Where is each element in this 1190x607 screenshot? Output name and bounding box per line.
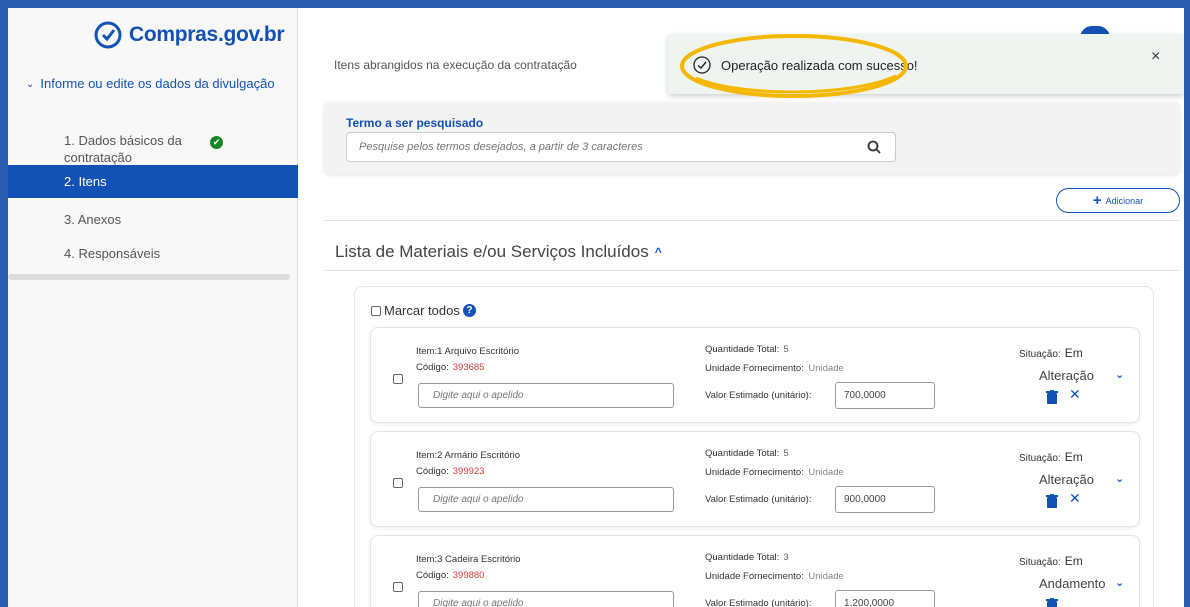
- value-label: Valor Estimado (unitário):: [705, 390, 812, 401]
- section-subtitle: Itens abrangidos na execução da contrata…: [334, 58, 577, 72]
- list-title-label: Lista de Materiais e/ou Serviços Incluíd…: [335, 242, 649, 261]
- brand-logo[interactable]: Compras.gov.br: [93, 20, 285, 50]
- sidebar-item-label: 2. Itens: [64, 174, 107, 189]
- close-icon[interactable]: ✕: [1069, 386, 1081, 403]
- trash-icon[interactable]: [1046, 494, 1058, 508]
- item-status: Situação: Em: [1019, 450, 1083, 464]
- trash-icon[interactable]: [1046, 598, 1058, 607]
- value-label: Valor Estimado (unitário):: [705, 598, 812, 607]
- success-toast: Operação realizada com sucesso! ×: [668, 34, 1184, 94]
- select-all-label: Marcar todos: [384, 303, 460, 318]
- list-title[interactable]: Lista de Materiais e/ou Serviços Incluíd…: [335, 242, 662, 262]
- select-all-checkbox[interactable]: [371, 305, 381, 316]
- item-name: Item:3 Cadeira Escritório: [416, 554, 521, 565]
- value-input[interactable]: [835, 486, 935, 513]
- compras-logo-icon: [94, 21, 122, 49]
- item-card: Item:3 Cadeira Escritório Código: 399880 …: [370, 535, 1140, 607]
- item-unit: Unidade Fornecimento: Unidade: [705, 571, 844, 582]
- item-checkbox[interactable]: [393, 582, 403, 592]
- sidebar-section-label: Informe ou edite os dados da divulgação: [40, 76, 275, 91]
- alias-input[interactable]: [418, 487, 674, 512]
- sidebar-item-label: 4. Responsáveis: [64, 246, 161, 261]
- item-card: Item:2 Armário Escritório Código: 399923 …: [370, 431, 1140, 527]
- item-status: Situação: Em: [1019, 554, 1083, 568]
- sidebar-item-label: 1. Dados básicos da contratação: [64, 133, 182, 165]
- value-input[interactable]: [835, 382, 935, 409]
- item-code: Código: 399923: [416, 466, 485, 477]
- item-quantity: Quantidade Total: 3: [705, 552, 789, 563]
- item-unit: Unidade Fornecimento: Unidade: [705, 363, 844, 374]
- sidebar-section-header[interactable]: ⌄ Informe ou edite os dados da divulgaçã…: [26, 74, 286, 94]
- plus-icon: +: [1092, 191, 1102, 209]
- search-icon[interactable]: [867, 140, 881, 154]
- check-circle-icon: [693, 56, 711, 74]
- add-button-label: Adicionar: [1105, 195, 1144, 206]
- main-content: Itens abrangidos na execução da contrata…: [298, 8, 1184, 607]
- item-checkbox[interactable]: [393, 374, 403, 384]
- help-icon[interactable]: ?: [462, 304, 476, 317]
- item-name: Item:2 Armário Escritório: [416, 450, 521, 461]
- value-label: Valor Estimado (unitário):: [705, 494, 812, 505]
- search-input[interactable]: [347, 133, 827, 161]
- item-status-value: Alteração: [1039, 368, 1094, 383]
- sidebar: Compras.gov.br ⌄ Informe ou edite os dad…: [8, 8, 298, 607]
- item-status-value: Alteração: [1039, 472, 1094, 487]
- select-all: Marcar todos ?: [371, 303, 476, 318]
- chevron-down-icon[interactable]: ⌄: [1115, 472, 1124, 485]
- value-input[interactable]: [835, 590, 935, 607]
- chevron-down-icon: ⌄: [26, 79, 35, 90]
- item-unit: Unidade Fornecimento: Unidade: [705, 467, 844, 478]
- brand-name: Compras.gov.br: [129, 23, 285, 46]
- sidebar-item-label: 3. Anexos: [64, 212, 122, 227]
- sidebar-item-responsaveis[interactable]: 4. Responsáveis: [8, 245, 298, 262]
- chevron-up-icon: ^: [654, 245, 662, 259]
- sidebar-item-anexos[interactable]: 3. Anexos: [8, 211, 298, 228]
- item-code: Código: 399880: [416, 570, 485, 581]
- sidebar-item-itens[interactable]: 2. Itens: [8, 165, 298, 198]
- close-icon[interactable]: ×: [1151, 48, 1160, 66]
- item-checkbox[interactable]: [393, 478, 403, 488]
- chevron-down-icon[interactable]: ⌄: [1115, 576, 1124, 589]
- item-status: Situação: Em: [1019, 346, 1083, 360]
- divider: [324, 220, 1180, 221]
- item-card: Item:1 Arquivo Escritório Código: 393685 …: [370, 327, 1140, 423]
- trash-icon[interactable]: [1046, 390, 1058, 404]
- alias-input[interactable]: [418, 591, 674, 607]
- search-label: Termo a ser pesquisado: [346, 116, 484, 130]
- sidebar-item-dados-basicos[interactable]: 1. Dados básicos da contratação ✔: [8, 132, 298, 166]
- chevron-down-icon[interactable]: ⌄: [1115, 368, 1124, 381]
- items-list: Marcar todos ? Item:1 Arquivo Escritório…: [354, 286, 1154, 607]
- divider: [324, 270, 1180, 271]
- item-quantity: Quantidade Total: 5: [705, 344, 789, 355]
- item-name: Item:1 Arquivo Escritório: [416, 346, 519, 357]
- add-button[interactable]: + Adicionar: [1056, 188, 1180, 213]
- search-box: [346, 132, 896, 162]
- search-panel: Termo a ser pesquisado: [324, 102, 1180, 174]
- check-circle-icon: ✔: [210, 136, 223, 149]
- close-icon[interactable]: ✕: [1069, 490, 1081, 507]
- sidebar-scrollbar[interactable]: [8, 274, 290, 280]
- toast-message: Operação realizada com sucesso!: [721, 58, 918, 73]
- item-quantity: Quantidade Total: 5: [705, 448, 789, 459]
- app-window: Compras.gov.br ⌄ Informe ou edite os dad…: [8, 8, 1184, 607]
- alias-input[interactable]: [418, 383, 674, 408]
- item-status-value: Andamento: [1039, 576, 1106, 591]
- item-code: Código: 393685: [416, 362, 485, 373]
